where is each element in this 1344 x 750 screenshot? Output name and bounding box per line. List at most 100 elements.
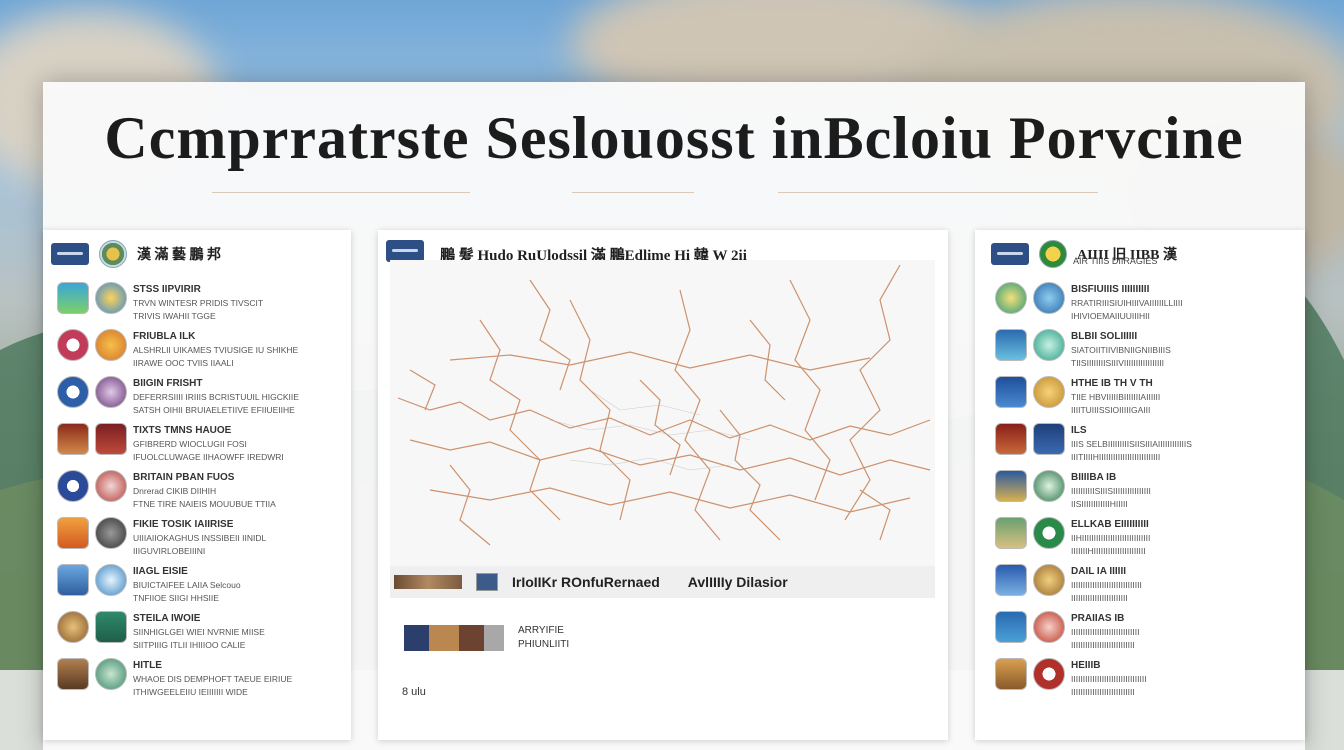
item-desc: IIIIIIIIIIIIIIIIIIIIIIIIIIIII xyxy=(1071,627,1140,637)
left-panel: 漢 滿 藝 鵬 邦 STSS IIPVIRIR TRVN WINTESR PRID… xyxy=(43,230,351,740)
list-item[interactable]: BISFIUIIIS IIIIIIIIII RRATIRIIISIUIHIIIVA… xyxy=(995,282,1297,322)
item-sub: IIRAWE OOC TVIIS IIAALI xyxy=(133,358,234,368)
crest-icon xyxy=(95,376,127,408)
pearl-icon xyxy=(1033,329,1065,361)
item-desc: SIATOIITIIVIBNIIGNIIBIIIS xyxy=(1071,345,1171,355)
sunburst-icon xyxy=(95,329,127,361)
list-item[interactable]: ILS IIIS SELBIIIIIIIIISIISIIIAIIIIIIIIIII… xyxy=(995,423,1297,463)
seal-icon xyxy=(1033,658,1065,690)
route-map[interactable] xyxy=(390,260,935,590)
list-item[interactable]: DAIL IA IIIIII IIIIIIIIIIIIIIIIIIIIIIIIII… xyxy=(995,564,1297,604)
item-title: FIKIE TOSIK IAIIRISE xyxy=(133,519,234,530)
map-legend-bar: IrIoIIKr ROnfuRernaed AvlIIIIy Dilasior xyxy=(390,566,935,598)
emblem-icon xyxy=(99,240,127,268)
list-item[interactable]: STSS IIPVIRIR TRVN WINTESR PRIDIS TIVSCIT… xyxy=(57,282,343,322)
item-desc: IIIIIIIIIIIIIIIIIIIIIIIIIIIIIIII xyxy=(1071,674,1147,684)
app-icon xyxy=(57,564,89,596)
item-sub: IIIITUIIISSIOIIIIIGAIII xyxy=(1071,405,1151,415)
photo-caption-line-2: PHIUNLIITI xyxy=(518,639,570,650)
item-desc: TRVN WINTESR PRIDIS TIVSCIT xyxy=(133,298,264,308)
list-item[interactable]: BIIIIBA IB IIIIIIIIIISIIISIIIIIIIIIIIIIII… xyxy=(995,470,1297,510)
title-divider-center xyxy=(572,192,694,193)
title-divider-left xyxy=(212,192,470,193)
stone-icon xyxy=(95,517,127,549)
palace-icon xyxy=(995,423,1027,455)
item-title: DAIL IA IIIIII xyxy=(1071,566,1127,577)
leaf-icon xyxy=(1033,517,1065,549)
photo-row: ARRYIFIE PHIUNLIITI xyxy=(404,624,569,652)
brand-logo-icon xyxy=(51,243,89,265)
item-sub: IHIVIOEMAIIUUIIIHII xyxy=(1071,311,1150,321)
page-title: Ccmprratrste Seslouosst inBcloiu Porvcin… xyxy=(104,105,1244,171)
city-icon xyxy=(995,376,1027,408)
flame-icon xyxy=(1033,611,1065,643)
item-title: ELLKAB EIIIIIIIIII xyxy=(1071,519,1149,530)
travel-icon xyxy=(57,282,89,314)
coin-icon xyxy=(57,611,89,643)
center-panel-header xyxy=(386,240,424,262)
center-panel: 鵬 髮 Hudo RuUlodssil 滿 鵬Edlime Hi 韓 W 2ii xyxy=(378,230,948,740)
sun-icon xyxy=(95,282,127,314)
temple-icon xyxy=(57,423,89,455)
photo-strip-image[interactable] xyxy=(404,625,504,651)
list-item[interactable]: BLBII SOLIIIIII SIATOIITIIVIBNIIGNIIBIIIS… xyxy=(995,329,1297,369)
badge-icon xyxy=(57,376,89,408)
item-title: PRAIIAS IB xyxy=(1071,613,1125,624)
item-desc: TIIE HBVIIIIIBIIIIIIIAIIIIII xyxy=(1071,392,1161,402)
list-item[interactable]: HEIIIB IIIIIIIIIIIIIIIIIIIIIIIIIIIIIIII II… xyxy=(995,658,1297,698)
item-desc: ALSHRLII UIKAMES TVIUSIGE IU SHIKHE xyxy=(133,345,299,355)
harbor-icon xyxy=(995,611,1027,643)
list-item[interactable]: PRAIIAS IB IIIIIIIIIIIIIIIIIIIIIIIIIIIII I… xyxy=(995,611,1297,651)
item-sub: IISIIIIIIIIIIIIHIIIII xyxy=(1071,499,1128,509)
left-panel-header: 漢 滿 藝 鵬 邦 xyxy=(51,240,221,268)
item-title: HITLE xyxy=(133,660,162,671)
item-title: BIIGIN FRISHT xyxy=(133,378,203,389)
item-desc: BIUICTAIFEE LAIIA Selcouo xyxy=(133,580,241,590)
list-item[interactable]: BRITAIN PBAN FUOS Dnrerad CIKIB DIIHIH FTN… xyxy=(57,470,343,510)
list-item[interactable]: ELLKAB EIIIIIIIIII IIHIIIIIIIIIIIIIIIIIII… xyxy=(995,517,1297,557)
map-thumbnail-icon xyxy=(394,575,462,589)
item-desc: WHAOE DIS DEMPHOFT TAEUE EIRIUE xyxy=(133,674,293,684)
item-title: BRITAIN PBAN FUOS xyxy=(133,472,235,483)
list-item[interactable]: IIAGL EISIE BIUICTAIFEE LAIIA Selcouo TNFI… xyxy=(57,564,343,604)
right-panel-subtitle: AIR TIIIS DIIRAGIES xyxy=(1073,256,1158,266)
list-item[interactable]: FRIUBLA ILK ALSHRLII UIKAMES TVIUSIGE IU … xyxy=(57,329,343,369)
list-item[interactable]: STEILA IWOIE SIINHIGLGEI WIEI NVRNIE MIIS… xyxy=(57,611,343,651)
legend-label-left: IrIoIIKr ROnfuRernaed xyxy=(512,574,660,590)
item-desc: IIHIIIIIIIIIIIIIIIIIIIIIIIIIIIII xyxy=(1071,533,1151,543)
item-title: HEIIIB xyxy=(1071,660,1101,671)
dragon-icon xyxy=(95,423,127,455)
item-sub: IFUOLCLUWAGE IIHAOWFF IREDWRI xyxy=(133,452,284,462)
list-item[interactable]: HTHE IB TH V TH TIIE HBVIIIIIBIIIIIIIAIII… xyxy=(995,376,1297,416)
list-item[interactable]: FIKIE TOSIK IAIIRISE UIIIAIIOKAGHUS INSSI… xyxy=(57,517,343,557)
item-title: TIXTS TMNS HAUOE xyxy=(133,425,232,436)
pagoda-icon xyxy=(57,658,89,690)
item-sub: SATSH OIHII BRUIAELETIIVE EFIIUEIIHE xyxy=(133,405,295,415)
item-title: BISFIUIIIS IIIIIIIIII xyxy=(1071,284,1150,295)
item-desc: Dnrerad CIKIB DIIHIH xyxy=(133,486,217,496)
map-network xyxy=(397,264,931,546)
gate-icon xyxy=(995,658,1027,690)
list-item[interactable]: HITLE WHAOE DIS DEMPHOFT TAEUE EIRIUE ITHI… xyxy=(57,658,343,698)
item-sub: FTNE TIRE NAIEIS MOUUBUE TTIIA xyxy=(133,499,276,509)
brand-logo-icon xyxy=(386,240,424,262)
item-title: BLBII SOLIIIIII xyxy=(1071,331,1138,342)
item-sub: TRIVIS IWAHII TGGE xyxy=(133,311,216,321)
list-item[interactable]: BIIGIN FRISHT DEFERRSIIII IRIIIS BCRISTUU… xyxy=(57,376,343,416)
left-panel-title: 漢 滿 藝 鵬 邦 xyxy=(137,248,221,263)
landscape-icon xyxy=(995,517,1027,549)
item-sub: ITHIWGEELEIIU IEIIIIIII WIDE xyxy=(133,687,248,697)
lantern-icon xyxy=(57,517,89,549)
compass-icon xyxy=(1033,564,1065,596)
item-sub: IIIIIIIIIIIIIIIIIIIIIIIIIII xyxy=(1071,687,1135,697)
list-item[interactable]: TIXTS TMNS HAUOE GFIBRERD WIOCLUGII FOSI I… xyxy=(57,423,343,463)
item-desc: IIIIIIIIIISIIISIIIIIIIIIIIIIIII xyxy=(1071,486,1151,496)
item-title: FRIUBLA ILK xyxy=(133,331,196,342)
item-title: IIAGL EISIE xyxy=(133,566,188,577)
item-sub: SIITPIIIG ITLII IHIIIOO CALIE xyxy=(133,640,246,650)
item-title: BIIIIBA IB xyxy=(1071,472,1117,483)
jade-icon xyxy=(95,611,127,643)
laurel-icon xyxy=(1033,470,1065,502)
item-desc: DEFERRSIIII IRIIIS BCRISTUUIL HIGCKIIE xyxy=(133,392,299,402)
title-divider-right xyxy=(778,192,1098,193)
